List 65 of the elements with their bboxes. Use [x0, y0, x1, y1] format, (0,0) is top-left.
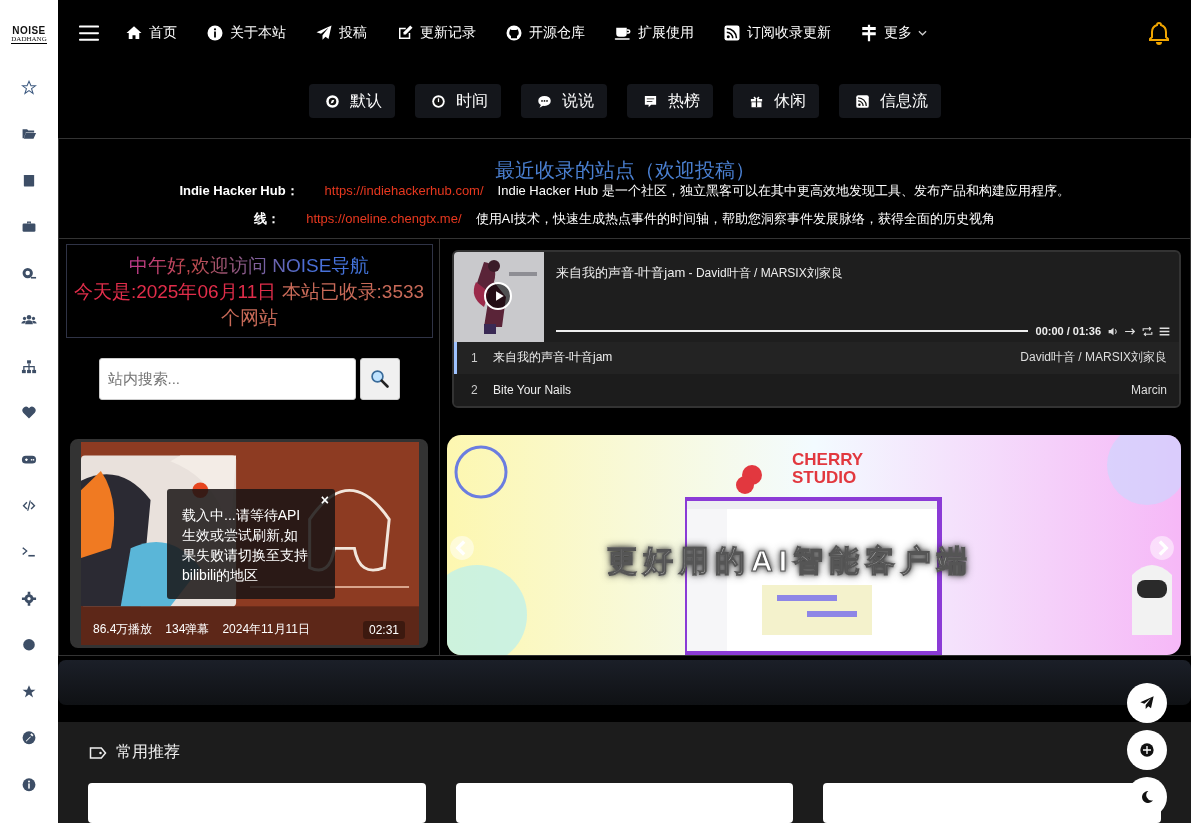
compass-icon — [324, 93, 340, 109]
message-icon — [642, 93, 658, 109]
panel-title: 最近收录的站点（欢迎投稿） — [493, 158, 756, 184]
date-stats-text: 今天是:2025年06月11日 本站已收录:3533个网站 — [72, 279, 426, 330]
info-icon — [206, 24, 224, 43]
rss-icon — [723, 24, 741, 43]
plus-icon — [1139, 742, 1155, 758]
heart-icon[interactable] — [20, 405, 38, 421]
tab[interactable]: 信息流 — [838, 84, 941, 119]
sitemap-icon[interactable] — [20, 358, 38, 375]
play-count: 86.4万播放 — [93, 621, 153, 639]
search-icon — [369, 368, 390, 389]
info-icon[interactable] — [20, 776, 38, 792]
play-button[interactable] — [484, 281, 512, 310]
tab[interactable]: 热榜 — [626, 84, 713, 119]
tab[interactable]: 默认 — [308, 84, 395, 119]
site-name: Indie Hacker Hub： — [179, 183, 299, 200]
chat-icon — [536, 93, 552, 109]
nav-link[interactable]: 关于本站 — [206, 24, 286, 43]
duration-badge: 02:31 — [362, 620, 405, 639]
nav-link[interactable]: 更新记录 — [396, 24, 476, 43]
upload-date: 2024年11月11日 — [222, 621, 310, 639]
moon-icon — [1139, 789, 1155, 805]
site-description: 使用AI技术，快速生成热点事件的时间轴，帮助您洞察事件发展脉络，获得全面的历史视角 — [475, 211, 995, 228]
site-link[interactable]: https://oneline.chengtx.me/ — [306, 211, 462, 228]
search-field[interactable]: 站内搜索... — [98, 357, 356, 400]
search-button[interactable] — [359, 357, 400, 400]
clock-icon — [430, 93, 446, 109]
progress-bar[interactable] — [556, 330, 1028, 333]
nav-link[interactable]: 订阅收录更新 — [723, 24, 831, 43]
signpost-icon — [860, 24, 878, 43]
caret-icon — [918, 30, 927, 37]
nav-link[interactable]: 更多 — [860, 24, 927, 43]
playlist-row[interactable]: 1 来自我的声音-叶音jam David叶音 / MARSIX刘家良 — [454, 341, 1179, 374]
nav-link[interactable]: 开源仓库 — [505, 24, 585, 43]
tab[interactable]: 时间 — [414, 84, 501, 119]
repeat-icon[interactable] — [1141, 324, 1154, 338]
site-name: 线： — [254, 211, 281, 228]
menu-icon[interactable] — [79, 24, 99, 43]
tab[interactable]: 说说 — [520, 84, 607, 119]
folder-icon[interactable] — [20, 126, 38, 142]
briefcase-icon[interactable] — [20, 219, 38, 235]
circle-icon[interactable] — [20, 637, 38, 653]
site-description: Indie Hacker Hub 是一个社区，独立黑客可以在其中更高效地发现工具、发布产品和构建应用程序。 — [497, 183, 1070, 200]
close-button[interactable]: × — [318, 492, 331, 507]
tools-icon[interactable] — [20, 730, 38, 746]
notice-text: 载入中...请等待API生效或尝试刷新,如果失败请切换至支持bilibili的地区 — [182, 505, 309, 585]
paper-plane-icon — [1139, 695, 1155, 711]
nav-link[interactable]: 投稿 — [315, 24, 367, 43]
nav-link[interactable]: 扩展使用 — [614, 24, 694, 43]
time-display: 00:00 / 01:36 — [1035, 325, 1101, 338]
song-title: 来自我的声音-叶音jam - David叶音 / MARSIX刘家良 — [556, 263, 844, 282]
paper-plane-button[interactable] — [1127, 683, 1167, 723]
rss-icon — [854, 93, 870, 109]
section-title: 常用推荐 — [116, 742, 180, 762]
video-card[interactable]: × 载入中...请等待API生效或尝试刷新,如果失败请切换至支持bilibili的地区 86.4万播放 134弹幕 2024年11月11日 02:31 — [70, 438, 428, 648]
tab[interactable]: 休闲 — [732, 84, 819, 119]
star-icon[interactable] — [20, 80, 38, 96]
site-link[interactable]: https://indiehackerhub.com/ — [324, 183, 484, 200]
danmaku-count: 134弹幕 — [165, 621, 210, 639]
terminal-icon[interactable] — [20, 544, 38, 560]
nav-link[interactable]: 首页 — [125, 24, 177, 43]
search-icon[interactable] — [20, 265, 38, 282]
bell-icon[interactable] — [1147, 21, 1171, 46]
brand-text: CHERRY STUDIO — [792, 450, 863, 487]
